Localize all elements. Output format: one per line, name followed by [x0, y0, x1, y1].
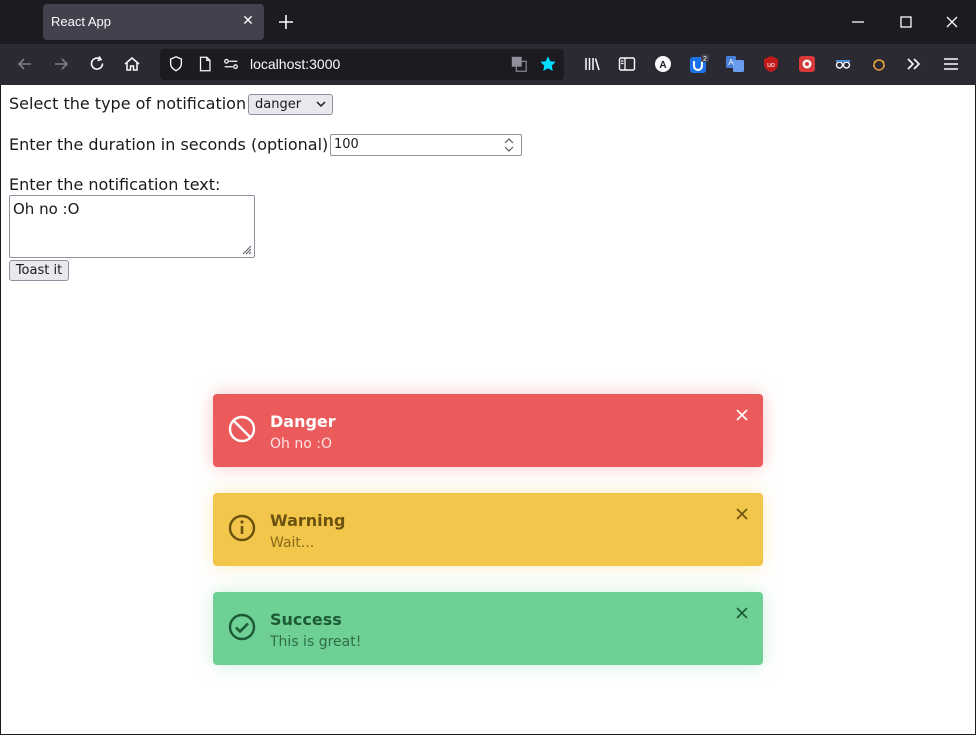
page-content: Select the type of notification: danger …	[1, 85, 975, 734]
duration-label: Enter the duration in seconds (optional)…	[9, 135, 334, 154]
toast-success: Success This is great!	[213, 592, 763, 665]
browser-tab[interactable]: React App ✕	[43, 4, 264, 40]
reload-icon[interactable]	[87, 54, 107, 74]
back-icon[interactable]	[15, 54, 35, 74]
url-bar[interactable]: localhost:3000	[160, 49, 564, 80]
chevron-down-icon	[316, 101, 326, 108]
close-icon[interactable]	[735, 408, 749, 422]
sidebar-icon[interactable]	[617, 54, 637, 74]
close-icon[interactable]	[735, 606, 749, 620]
toast-title: Danger	[270, 412, 336, 431]
toast-title: Success	[270, 610, 342, 629]
toast-danger: Danger Oh no :O	[213, 394, 763, 467]
type-select[interactable]: danger	[248, 94, 333, 115]
overflow-chevrons-icon[interactable]	[904, 54, 924, 74]
svg-text:2: 2	[703, 56, 707, 63]
shield-icon[interactable]	[167, 55, 185, 73]
forward-icon[interactable]	[51, 54, 71, 74]
new-tab-icon[interactable]	[276, 12, 296, 32]
tab-title: React App	[51, 14, 111, 29]
resize-handle-icon[interactable]	[240, 243, 252, 255]
toast-it-button[interactable]: Toast it	[9, 260, 69, 281]
account-icon[interactable]: A	[653, 54, 673, 74]
toast-title: Warning	[270, 511, 346, 530]
home-icon[interactable]	[122, 54, 142, 74]
close-icon[interactable]	[735, 507, 749, 521]
extension-spy-icon[interactable]	[833, 54, 853, 74]
spinner-arrows-icon[interactable]	[503, 137, 515, 153]
translate-icon[interactable]	[510, 55, 528, 73]
svg-text:A: A	[659, 60, 666, 71]
close-tab-icon[interactable]: ✕	[240, 13, 256, 29]
url-text[interactable]: localhost:3000	[250, 56, 340, 72]
nav-bar: localhost:3000 A 2 A uo	[0, 44, 976, 85]
textarea-value: Oh no :O	[13, 200, 80, 218]
toast-message: This is great!	[270, 634, 362, 650]
maximize-icon[interactable]	[896, 12, 916, 32]
check-circle-icon	[228, 613, 256, 641]
duration-value: 100	[334, 137, 359, 152]
library-icon[interactable]	[582, 54, 602, 74]
close-window-icon[interactable]	[942, 12, 962, 32]
type-label: Select the type of notification:	[9, 94, 252, 113]
minimize-icon[interactable]	[848, 12, 868, 32]
ublock-icon[interactable]: uo	[761, 54, 781, 74]
permissions-icon[interactable]	[222, 55, 240, 73]
svg-text:A: A	[728, 58, 734, 67]
ublock-origin-u-icon[interactable]: 2	[689, 54, 709, 74]
page-icon[interactable]	[196, 55, 214, 73]
notification-textarea[interactable]: Oh no :O	[9, 195, 255, 258]
toast-message: Wait...	[270, 535, 315, 551]
info-icon	[228, 514, 256, 542]
svg-text:uo: uo	[767, 62, 775, 69]
bookmark-star-icon[interactable]	[539, 55, 557, 73]
type-select-value: danger	[255, 97, 302, 112]
toast-warning: Warning Wait...	[213, 493, 763, 566]
toast-message: Oh no :O	[270, 436, 332, 452]
menu-icon[interactable]	[941, 54, 961, 74]
extension-bug-icon[interactable]	[869, 54, 889, 74]
extension-red-icon[interactable]	[797, 54, 817, 74]
duration-input[interactable]: 100	[330, 134, 522, 156]
text-label: Enter the notification text:	[9, 175, 221, 194]
ban-icon	[228, 415, 256, 443]
translate-extension-icon[interactable]: A	[725, 54, 745, 74]
title-bar: React App ✕	[0, 0, 976, 44]
